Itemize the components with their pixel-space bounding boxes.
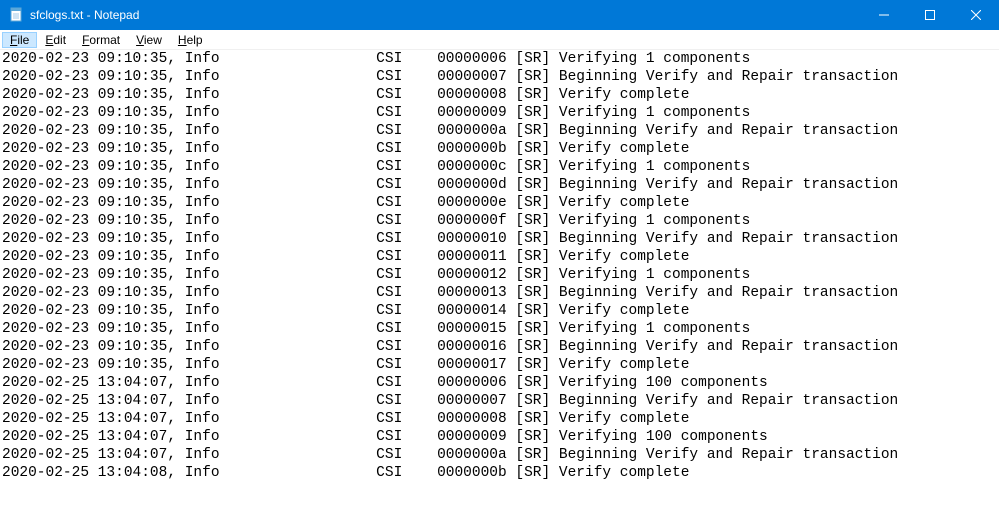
menu-format[interactable]: Format: [74, 32, 128, 48]
close-button[interactable]: [953, 0, 999, 30]
log-line: 2020-02-23 09:10:35, Info CSI 00000016 […: [2, 338, 997, 356]
menu-edit[interactable]: Edit: [37, 32, 74, 48]
text-area[interactable]: 2020-02-23 09:10:35, Info CSI 00000006 […: [0, 50, 999, 482]
maximize-button[interactable]: [907, 0, 953, 30]
log-line: 2020-02-25 13:04:08, Info CSI 0000000b […: [2, 464, 997, 482]
log-line: 2020-02-23 09:10:35, Info CSI 0000000b […: [2, 140, 997, 158]
log-line: 2020-02-25 13:04:07, Info CSI 00000008 […: [2, 410, 997, 428]
menu-help[interactable]: Help: [170, 32, 211, 48]
log-line: 2020-02-23 09:10:35, Info CSI 0000000d […: [2, 176, 997, 194]
log-line: 2020-02-23 09:10:35, Info CSI 0000000f […: [2, 212, 997, 230]
log-line: 2020-02-23 09:10:35, Info CSI 0000000c […: [2, 158, 997, 176]
notepad-icon: [8, 7, 24, 23]
log-line: 2020-02-23 09:10:35, Info CSI 00000014 […: [2, 302, 997, 320]
titlebar-left: sfclogs.txt - Notepad: [8, 7, 139, 23]
log-line: 2020-02-23 09:10:35, Info CSI 00000006 […: [2, 50, 997, 68]
log-line: 2020-02-23 09:10:35, Info CSI 0000000a […: [2, 122, 997, 140]
window-title: sfclogs.txt - Notepad: [30, 8, 139, 22]
log-line: 2020-02-23 09:10:35, Info CSI 00000011 […: [2, 248, 997, 266]
menu-view[interactable]: View: [128, 32, 170, 48]
log-line: 2020-02-25 13:04:07, Info CSI 00000009 […: [2, 428, 997, 446]
log-line: 2020-02-23 09:10:35, Info CSI 00000015 […: [2, 320, 997, 338]
menubar: File Edit Format View Help: [0, 30, 999, 50]
log-line: 2020-02-23 09:10:35, Info CSI 00000010 […: [2, 230, 997, 248]
log-line: 2020-02-23 09:10:35, Info CSI 00000009 […: [2, 104, 997, 122]
log-line: 2020-02-23 09:10:35, Info CSI 00000013 […: [2, 284, 997, 302]
window-controls: [861, 0, 999, 30]
menu-file[interactable]: File: [2, 32, 37, 48]
minimize-button[interactable]: [861, 0, 907, 30]
log-line: 2020-02-25 13:04:07, Info CSI 00000006 […: [2, 374, 997, 392]
titlebar[interactable]: sfclogs.txt - Notepad: [0, 0, 999, 30]
log-line: 2020-02-25 13:04:07, Info CSI 0000000a […: [2, 446, 997, 464]
log-line: 2020-02-23 09:10:35, Info CSI 00000007 […: [2, 68, 997, 86]
log-line: 2020-02-23 09:10:35, Info CSI 00000017 […: [2, 356, 997, 374]
log-line: 2020-02-23 09:10:35, Info CSI 00000012 […: [2, 266, 997, 284]
log-line: 2020-02-25 13:04:07, Info CSI 00000007 […: [2, 392, 997, 410]
log-line: 2020-02-23 09:10:35, Info CSI 0000000e […: [2, 194, 997, 212]
log-line: 2020-02-23 09:10:35, Info CSI 00000008 […: [2, 86, 997, 104]
